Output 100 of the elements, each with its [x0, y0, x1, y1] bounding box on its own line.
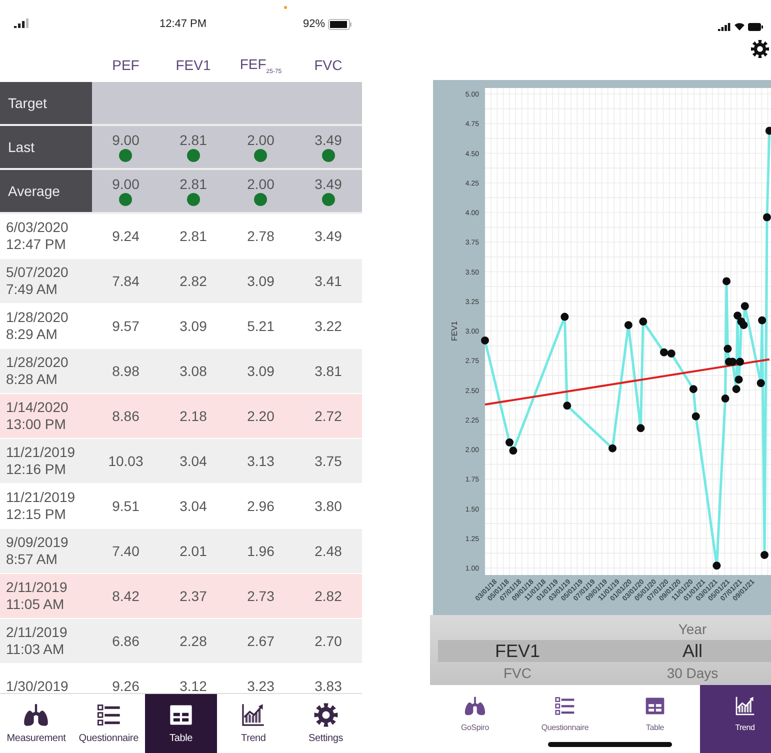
data-point	[560, 312, 569, 321]
data-point	[728, 358, 737, 366]
status-time: 12:47 PM	[159, 18, 207, 30]
chart-icon	[734, 695, 756, 717]
data-point	[660, 348, 668, 356]
date-cell-text: 6/03/2020 12:47 PM	[5, 219, 70, 253]
data-point	[624, 321, 632, 330]
tab[interactable]: Table	[610, 685, 700, 753]
settings-icon	[312, 702, 339, 728]
row-label: Average	[0, 170, 92, 212]
data-point	[734, 376, 743, 384]
table-cell-text: 2.70	[314, 633, 343, 649]
date-cell-text: 9/09/2019 8:57 AM	[5, 534, 70, 568]
table-cell-text: 2.96	[246, 498, 276, 514]
summary-value: 9.00	[112, 176, 140, 192]
date-cell-text: 5/07/2020 7:49 AM	[5, 264, 70, 298]
column-header: PEF	[111, 57, 140, 73]
data-point	[692, 412, 700, 420]
summary-value: 3.49	[314, 132, 342, 148]
table-cell-text: 2.81	[178, 228, 208, 244]
table-cell-text: 3.12	[178, 678, 208, 693]
data-point	[608, 444, 616, 452]
table-cell-text: 7.40	[111, 543, 140, 559]
table-row[interactable]: 11/21/2019 12:16 PM 10.03 3.04 3.13 3.75	[0, 439, 362, 484]
picker-option[interactable]: FEV1	[494, 640, 540, 662]
table-cell-text: 3.41	[314, 273, 343, 289]
table-row[interactable]: 5/07/2020 7:49 AM 7.84 2.82 3.09 3.41	[0, 259, 362, 304]
table-cell-text: 8.86	[111, 408, 140, 424]
table-cell-text: 8.42	[111, 588, 140, 604]
settings-icon[interactable]	[750, 39, 770, 59]
table-cell-text: 3.81	[314, 363, 343, 379]
list-icon	[554, 695, 576, 717]
summary-value: 3.49	[314, 176, 342, 192]
column-header: FEV1	[174, 57, 212, 73]
date-cell-text: 11/21/2019 12:16 PM	[5, 444, 76, 478]
table-cell-text: 2.20	[246, 408, 276, 424]
table-cell-text: 8.98	[111, 363, 140, 379]
table-cell-text: 10.03	[107, 453, 144, 469]
tab[interactable]: Measurement	[0, 694, 72, 753]
table-cell-text: 7.84	[111, 273, 140, 289]
table-cell-text: 3.09	[246, 363, 276, 379]
data-point	[756, 379, 765, 388]
table-cell-text: 3.13	[246, 453, 276, 469]
data-point	[639, 318, 648, 326]
flagged-row[interactable]: 1/14/2020 13:00 PM 8.86 2.18 2.20 2.72	[0, 394, 362, 439]
wifi-icon	[734, 22, 745, 31]
table-row[interactable]: 2/11/2019 11:03 AM 6.86 2.28 2.67 2.70	[0, 619, 362, 664]
date-cell-text: 11/21/2019 12:15 PM	[5, 489, 76, 523]
table-cell-text: 3.04	[178, 453, 208, 469]
chart-icon	[240, 702, 266, 728]
picker-option[interactable]: All	[682, 640, 702, 662]
privacy-indicator	[284, 6, 287, 9]
signal-icon	[718, 22, 731, 31]
row-label: Target	[0, 82, 92, 124]
table-row[interactable]: 9/09/2019 8:57 AM 7.40 2.01 1.96 2.48	[0, 529, 362, 574]
table-cell-text: 3.49	[314, 228, 343, 244]
summary-value: 2.00	[247, 132, 274, 148]
tab[interactable]: Trend	[700, 685, 771, 753]
lungs-icon	[464, 695, 486, 717]
table-cell-text: 2.82	[178, 273, 208, 289]
data-point	[734, 312, 742, 320]
table-cell-text: 2.48	[314, 543, 343, 559]
table-row[interactable]: 1/28/2020 8:28 AM 8.98 3.08 3.09 3.81	[0, 349, 362, 394]
summary-value: 2.00	[247, 176, 274, 192]
table-cell-text: 6.86	[111, 633, 140, 649]
date-cell-text: 1/28/2020 8:28 AM	[5, 354, 70, 388]
data-point	[636, 424, 645, 432]
data-point	[740, 302, 749, 310]
battery-icon	[328, 18, 352, 30]
tab[interactable]: Table	[144, 694, 218, 753]
data-point	[732, 385, 740, 394]
tab[interactable]: Questionnaire	[520, 685, 610, 753]
date-cell-text: 1/28/2020 8:29 AM	[5, 309, 70, 343]
data-point	[722, 277, 730, 286]
table-cell-text: 2.18	[178, 408, 208, 424]
table-cell-text: 2.78	[246, 228, 276, 244]
column-header: FVC	[313, 57, 344, 73]
data-point	[506, 438, 514, 446]
table-cell-text: 2.72	[314, 408, 343, 424]
table-cell-text: 3.75	[314, 453, 343, 469]
tab[interactable]: Questionnaire	[72, 694, 145, 753]
date-cell-text: 2/11/2019 11:03 AM	[5, 624, 68, 658]
table-cell-text: 9.51	[111, 498, 140, 514]
tab[interactable]: Trend	[217, 694, 290, 753]
tab[interactable]: Settings	[290, 694, 362, 753]
data-point	[721, 394, 730, 403]
data-point	[667, 350, 676, 358]
tab[interactable]: GoSpiro	[430, 685, 520, 753]
table-cell-text: 9.24	[111, 228, 140, 244]
picker-option[interactable]: Year	[678, 618, 707, 640]
table-cell-text: 3.09	[178, 318, 208, 334]
date-cell-text: 1/30/2019	[5, 678, 70, 693]
row-label: Last	[0, 126, 92, 168]
table-icon	[644, 695, 666, 717]
flagged-row[interactable]: 2/11/2019 11:05 AM 8.42 2.37 2.73 2.82	[0, 574, 362, 619]
lungs-icon	[23, 702, 50, 728]
data-point	[758, 316, 766, 324]
date-cell-text: 1/14/2020 13:00 PM	[5, 399, 70, 433]
data-point	[509, 446, 518, 455]
data-point	[762, 213, 771, 222]
